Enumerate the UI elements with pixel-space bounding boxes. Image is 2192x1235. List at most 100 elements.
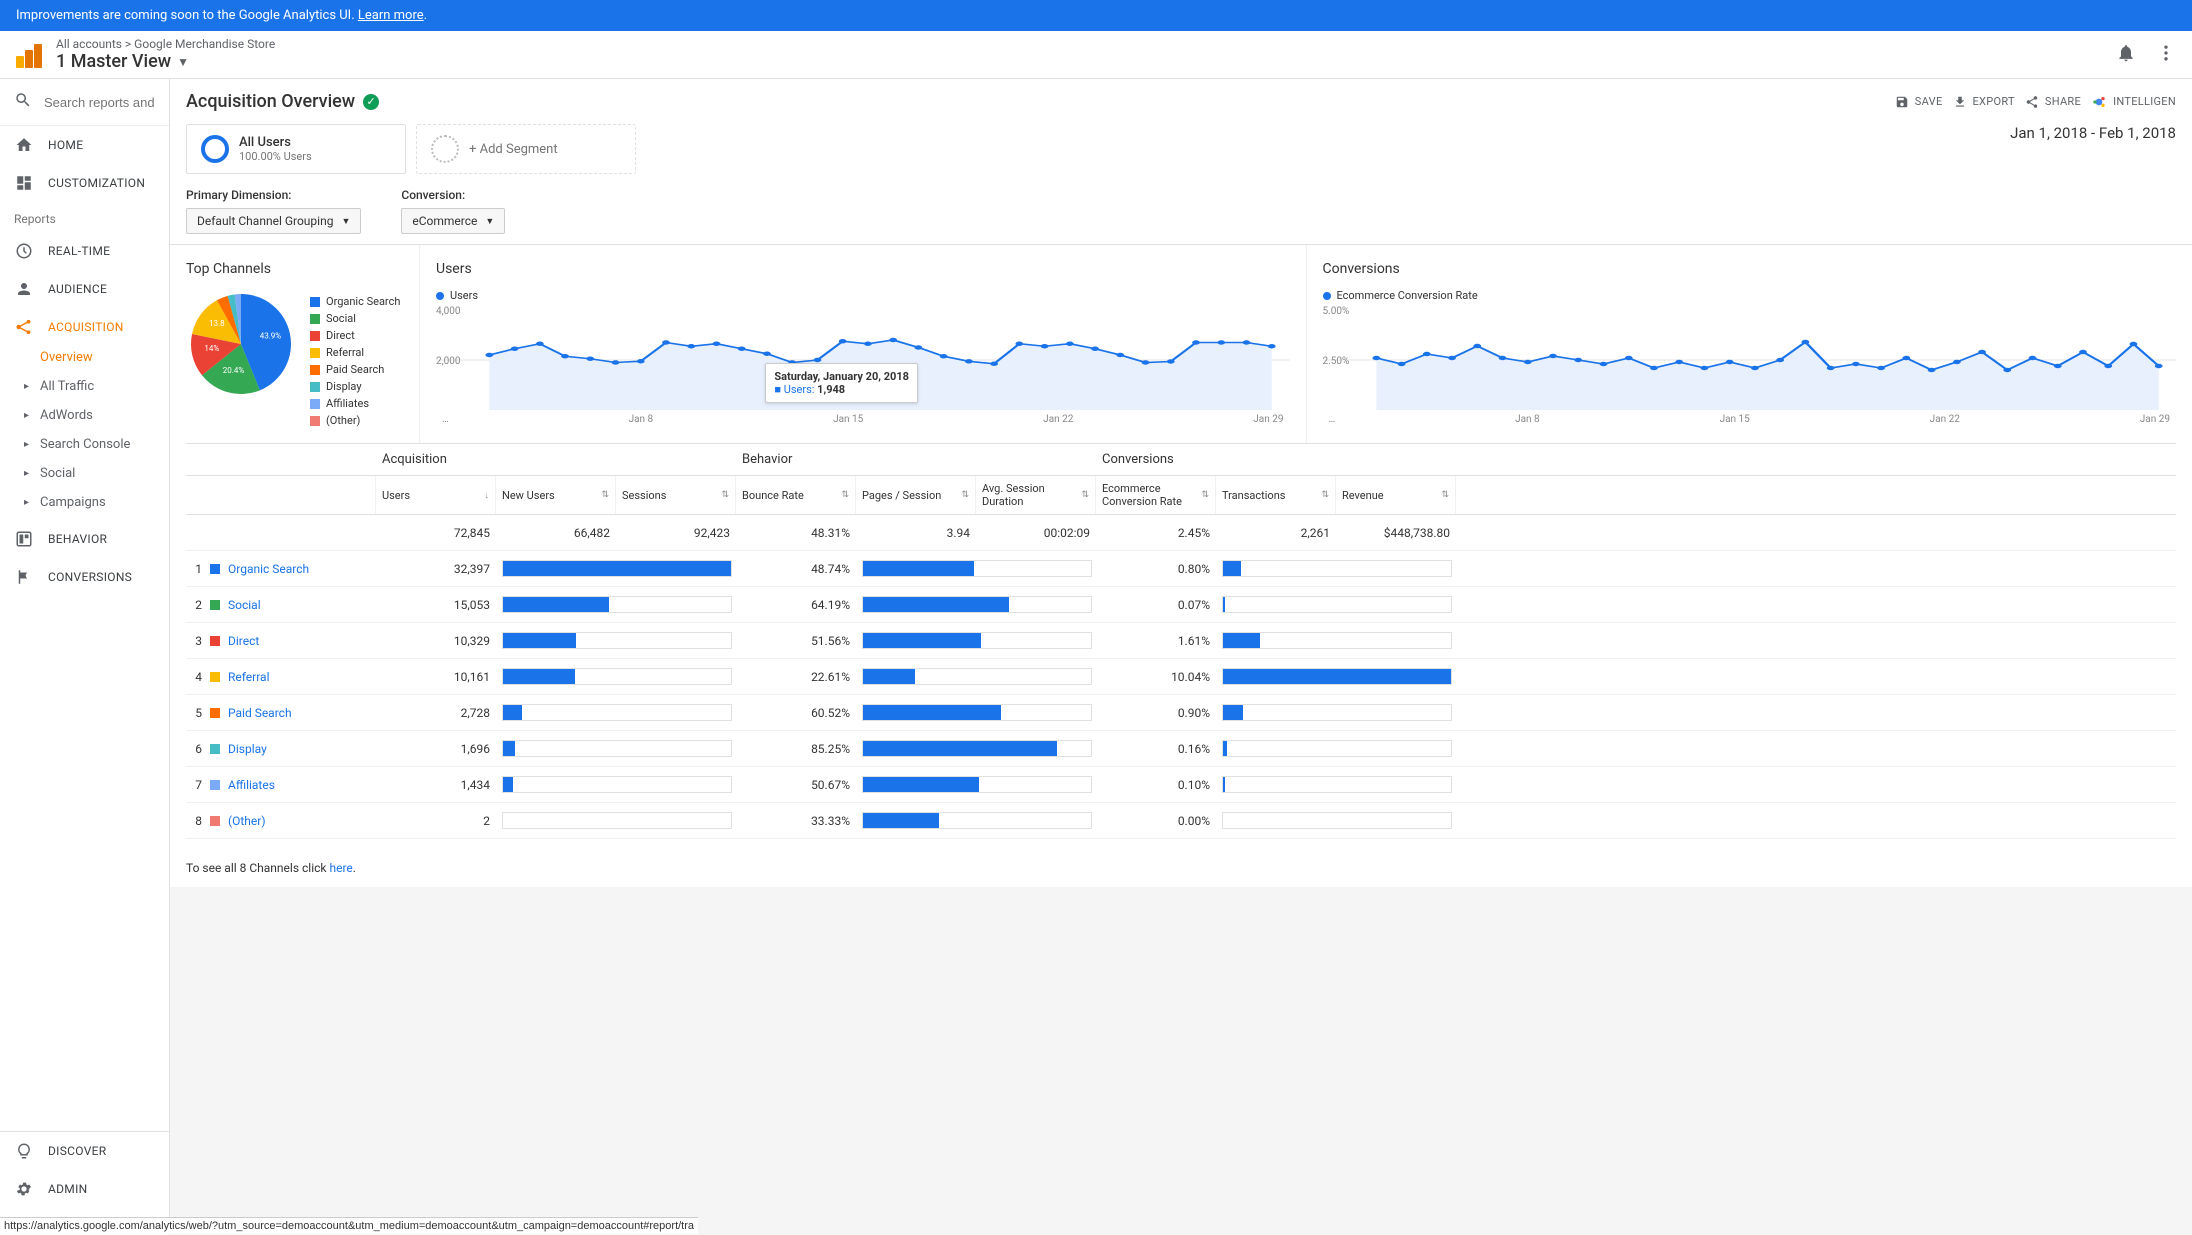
breadcrumb[interactable]: All accounts > Google Merchandise Store	[56, 37, 275, 51]
legend-swatch-icon	[310, 331, 320, 341]
gear-icon	[14, 1180, 34, 1198]
col-transactions[interactable]: Transactions⇅	[1216, 476, 1336, 514]
chart-tooltip: Saturday, January 20, 2018 ■ Users: 1,94…	[765, 363, 918, 403]
subnav-social[interactable]: ▸Social	[40, 462, 169, 485]
more-vert-icon[interactable]	[2156, 43, 2176, 67]
save-button[interactable]: SAVE	[1895, 95, 1943, 109]
table-row: 7Affiliates1,43450.67%0.10%	[186, 767, 2176, 803]
sidebar-item-home[interactable]: HOME	[0, 126, 169, 164]
flag-icon	[14, 568, 34, 586]
export-button[interactable]: EXPORT	[1953, 95, 2015, 109]
legend-swatch-icon	[310, 365, 320, 375]
channel-link[interactable]: Paid Search	[228, 706, 292, 720]
sidebar-item-customization[interactable]: CUSTOMIZATION	[0, 164, 169, 202]
channel-swatch-icon	[210, 780, 220, 790]
series-dot-icon	[1323, 292, 1331, 300]
table-row: 6Display1,69685.25%0.16%	[186, 731, 2176, 767]
subnav-adwords[interactable]: ▸AdWords	[40, 404, 169, 427]
col-avg-duration[interactable]: Avg. Session Duration⇅	[976, 476, 1096, 514]
subnav-campaigns[interactable]: ▸Campaigns	[40, 491, 169, 514]
sidebar-item-conversions[interactable]: CONVERSIONS	[0, 558, 169, 596]
sidebar-item-admin[interactable]: ADMIN	[0, 1170, 169, 1208]
col-users[interactable]: Users↓	[376, 476, 496, 514]
legend-item[interactable]: Affiliates	[310, 397, 400, 410]
add-segment-button[interactable]: + Add Segment	[416, 124, 636, 174]
legend-swatch-icon	[310, 416, 320, 426]
sidebar-item-behavior[interactable]: BEHAVIOR	[0, 520, 169, 558]
legend-item[interactable]: Direct	[310, 329, 400, 342]
svg-text:14%: 14%	[204, 344, 219, 353]
group-header-conversions: Conversions	[1096, 444, 1456, 475]
channel-swatch-icon	[210, 672, 220, 682]
legend-item[interactable]: (Other)	[310, 414, 400, 427]
table-row: 3Direct10,32951.56%1.61%	[186, 623, 2176, 659]
legend-item[interactable]: Paid Search	[310, 363, 400, 376]
sidebar-item-discover[interactable]: DISCOVER	[0, 1132, 169, 1170]
legend-swatch-icon	[310, 382, 320, 392]
app-header: All accounts > Google Merchandise Store …	[0, 31, 2192, 79]
table-row: 4Referral10,16122.61%10.04%	[186, 659, 2176, 695]
table-row: 1Organic Search32,39748.74%0.80%	[186, 551, 2176, 587]
channel-swatch-icon	[210, 636, 220, 646]
share-button[interactable]: SHARE	[2025, 95, 2081, 109]
conversions-chart-panel: Conversions Ecommerce Conversion Rate 5.…	[1307, 245, 2192, 443]
reports-section-label: Reports	[0, 202, 169, 232]
search-input[interactable]	[44, 95, 155, 110]
svg-text:43.9%: 43.9%	[260, 331, 282, 340]
status-bar-url: https://analytics.google.com/analytics/w…	[0, 1217, 698, 1234]
channel-link[interactable]: Organic Search	[228, 562, 309, 576]
legend-swatch-icon	[310, 399, 320, 409]
legend-item[interactable]: Organic Search	[310, 295, 400, 308]
legend-item[interactable]: Display	[310, 380, 400, 393]
chevron-down-icon: ▼	[341, 216, 350, 227]
share-icon	[14, 318, 34, 336]
primary-dimension-select[interactable]: Default Channel Grouping▼	[186, 208, 361, 234]
subnav-all-traffic[interactable]: ▸All Traffic	[40, 375, 169, 398]
group-header-behavior: Behavior	[736, 444, 1096, 475]
home-icon	[14, 136, 34, 154]
see-all-channels-link[interactable]: here	[329, 861, 352, 875]
channel-swatch-icon	[210, 816, 220, 826]
channel-link[interactable]: (Other)	[228, 814, 266, 828]
legend-item[interactable]: Referral	[310, 346, 400, 359]
col-ecr[interactable]: Ecommerce Conversion Rate⇅	[1096, 476, 1216, 514]
date-range-picker[interactable]: Jan 1, 2018 - Feb 1, 2018	[2010, 124, 2176, 142]
acquisition-subnav: Overview ▸All Traffic ▸AdWords ▸Search C…	[0, 346, 169, 514]
announcement-link[interactable]: Learn more	[358, 8, 424, 23]
subnav-overview[interactable]: Overview	[40, 346, 169, 369]
view-title: 1 Master View	[56, 51, 171, 72]
intelligence-button[interactable]: INTELLIGEN	[2091, 94, 2176, 110]
col-new-users[interactable]: New Users⇅	[496, 476, 616, 514]
chevron-down-icon: ▼	[177, 55, 189, 69]
legend-item[interactable]: Social	[310, 312, 400, 325]
col-pages-session[interactable]: Pages / Session⇅	[856, 476, 976, 514]
bell-icon[interactable]	[2116, 43, 2136, 67]
conversion-select[interactable]: eCommerce▼	[401, 208, 505, 234]
channel-link[interactable]: Display	[228, 742, 267, 756]
channel-link[interactable]: Referral	[228, 670, 270, 684]
view-selector[interactable]: 1 Master View ▼	[56, 51, 275, 72]
series-dot-icon	[436, 292, 444, 300]
sidebar-item-audience[interactable]: AUDIENCE	[0, 270, 169, 308]
channel-link[interactable]: Affiliates	[228, 778, 275, 792]
col-bounce-rate[interactable]: Bounce Rate⇅	[736, 476, 856, 514]
top-channels-panel: Top Channels 43.9%20.4%14%13.8 Organic S…	[170, 245, 420, 443]
segment-all-users[interactable]: All Users 100.00% Users	[186, 124, 406, 174]
channel-swatch-icon	[210, 564, 220, 574]
conversion-label: Conversion:	[401, 188, 505, 202]
segment-circle-icon	[201, 135, 229, 163]
sidebar-item-acquisition[interactable]: ACQUISITION	[0, 308, 169, 346]
footer-note: To see all 8 Channels click here.	[170, 849, 2192, 887]
announcement-banner: Improvements are coming soon to the Goog…	[0, 0, 2192, 31]
sidebar-item-realtime[interactable]: REAL-TIME	[0, 232, 169, 270]
lightbulb-icon	[14, 1142, 34, 1160]
channel-link[interactable]: Social	[228, 598, 261, 612]
legend-swatch-icon	[310, 348, 320, 358]
plus-circle-icon	[431, 135, 459, 163]
col-revenue[interactable]: Revenue⇅	[1336, 476, 1456, 514]
subnav-search-console[interactable]: ▸Search Console	[40, 433, 169, 456]
channel-link[interactable]: Direct	[228, 634, 259, 648]
sidebar-search[interactable]	[0, 79, 169, 126]
col-sessions[interactable]: Sessions⇅	[616, 476, 736, 514]
behavior-icon	[14, 530, 34, 548]
